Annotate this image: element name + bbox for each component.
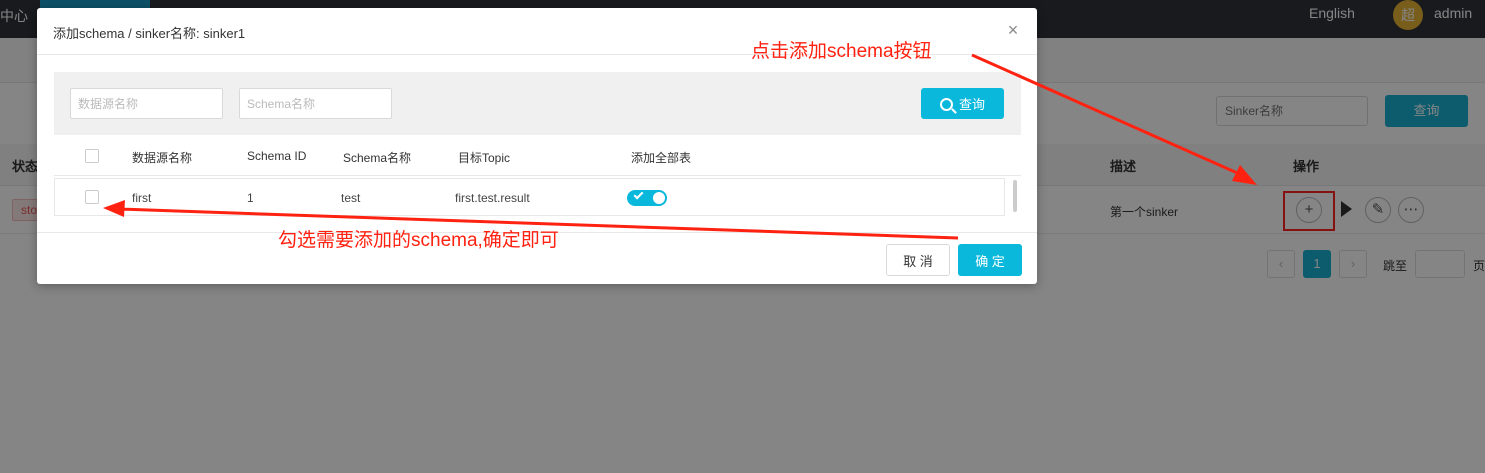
annotation-arrows: [103, 53, 1257, 240]
arrow-to-add-button: [971, 53, 1257, 185]
arrow-to-checkbox: [103, 200, 959, 240]
